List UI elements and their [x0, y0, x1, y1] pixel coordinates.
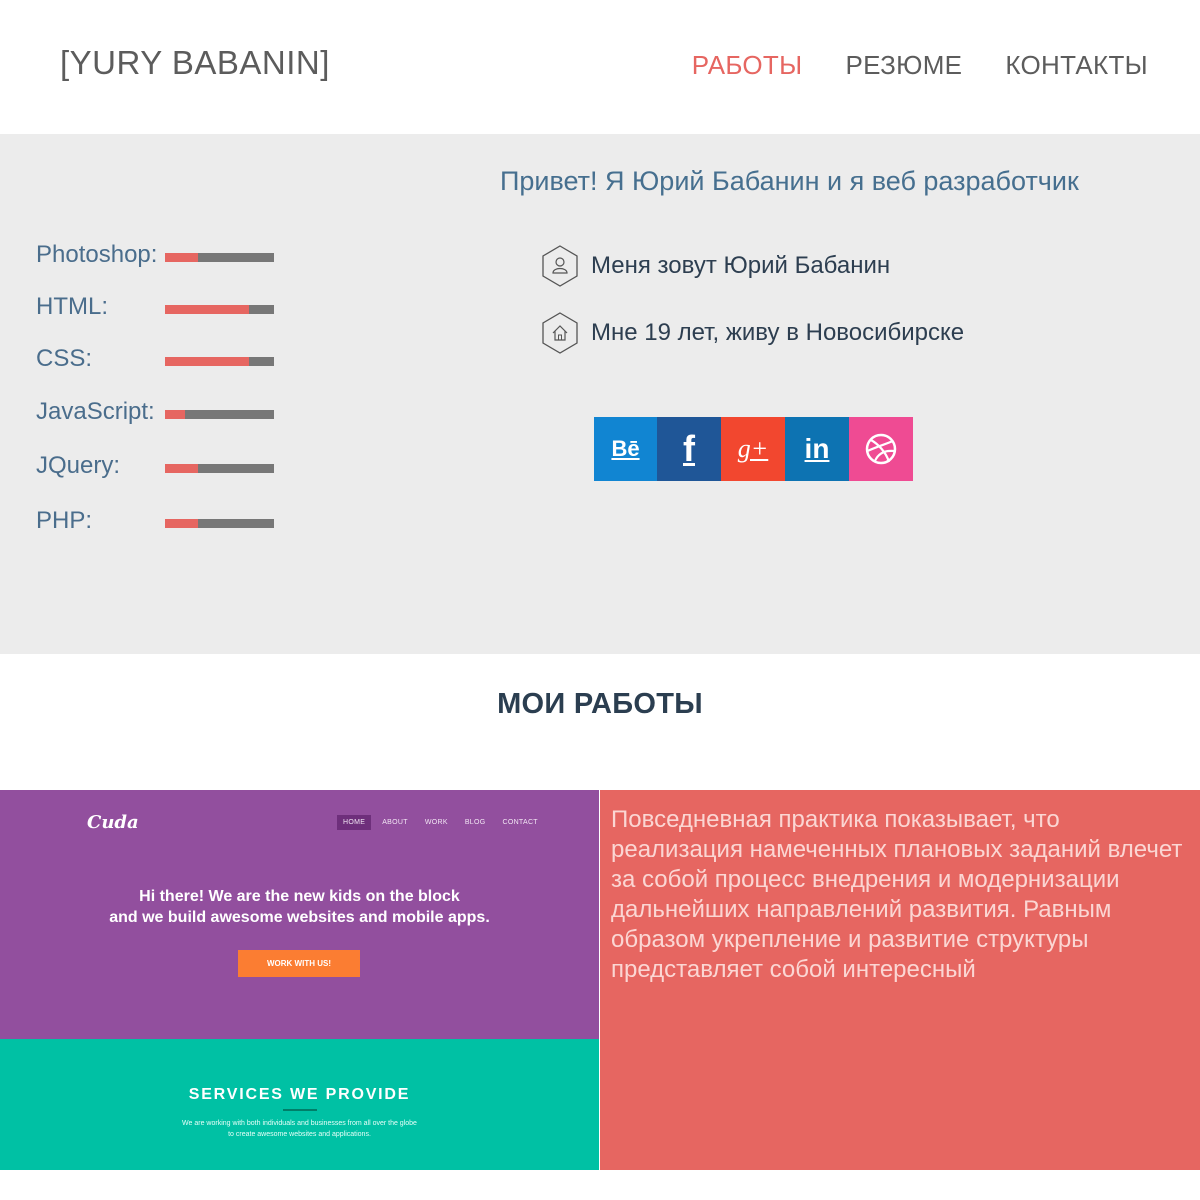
- work-description-panel: Повседневная практика показывает, что ре…: [600, 790, 1200, 1170]
- preview-logo: Cuda: [87, 812, 139, 833]
- work-description-text: Повседневная практика показывает, что ре…: [611, 806, 1183, 983]
- preview-nav: HOME ABOUT WORK BLOG CONTACT: [337, 815, 549, 830]
- skill-bar-fill: [165, 519, 198, 528]
- site-header: [YURY BABANIN] РАБОТЫ РЕЗЮМЕ КОНТАКТЫ: [0, 0, 1200, 134]
- preview-services-text: We are working with both individuals and…: [0, 1118, 599, 1140]
- skill-bar: [165, 464, 274, 473]
- skill-bar-fill: [165, 253, 198, 262]
- skill-bar: [165, 305, 274, 314]
- nav-link-works[interactable]: РАБОТЫ: [692, 50, 803, 81]
- skill-label: CSS:: [36, 345, 93, 372]
- preview-cta-button: WORK WITH US!: [238, 950, 360, 977]
- dribbble-icon: [865, 433, 897, 465]
- preview-hero-line: and we build awesome websites and mobile…: [109, 909, 490, 926]
- google-plus-link[interactable]: g+: [721, 417, 785, 481]
- skill-bar-fill: [165, 357, 249, 366]
- preview-nav-item: ABOUT: [382, 819, 408, 826]
- preview-hero: Cuda HOME ABOUT WORK BLOG CONTACT Hi the…: [0, 790, 599, 1039]
- info-text: Мне 19 лет, живу в Новосибирске: [591, 319, 965, 346]
- dribbble-link[interactable]: [849, 417, 913, 481]
- facebook-link[interactable]: f: [657, 417, 721, 481]
- skill-bar-fill: [165, 464, 198, 473]
- skill-bar: [165, 253, 274, 262]
- google-plus-icon: g+: [737, 434, 769, 463]
- preview-hero-line: Hi there! We are the new kids on the blo…: [139, 888, 460, 905]
- linkedin-icon: in: [804, 433, 830, 464]
- user-icon: [542, 245, 578, 287]
- info-row-name: Меня зовут Юрий Бабанин: [541, 244, 890, 288]
- skill-row: JQuery:: [36, 452, 296, 482]
- skill-label: PHP:: [36, 507, 93, 534]
- social-links: Bē f g+ in: [594, 417, 913, 481]
- nav-link-contacts[interactable]: КОНТАКТЫ: [1005, 50, 1148, 81]
- linkedin-link[interactable]: in: [785, 417, 849, 481]
- work-preview-image[interactable]: Cuda HOME ABOUT WORK BLOG CONTACT Hi the…: [0, 790, 599, 1170]
- behance-link[interactable]: Bē: [594, 417, 657, 481]
- skill-label: JQuery:: [36, 452, 121, 479]
- preview-services: SERVICES WE PROVIDE We are working with …: [0, 1039, 599, 1170]
- skill-bar-fill: [165, 305, 249, 314]
- skill-label: Photoshop:: [36, 241, 158, 268]
- skill-row: PHP:: [36, 507, 296, 537]
- greeting-heading: Привет! Я Юрий Бабанин и я веб разработч…: [500, 166, 1079, 196]
- skill-row: CSS:: [36, 345, 296, 375]
- skill-label: HTML:: [36, 293, 108, 320]
- home-icon: [542, 312, 578, 354]
- preview-services-line: We are working with both individuals and…: [182, 1120, 417, 1127]
- preview-divider: [283, 1109, 317, 1111]
- facebook-icon: f: [683, 428, 695, 469]
- skill-row: JavaScript:: [36, 398, 296, 428]
- info-text: Меня зовут Юрий Бабанин: [591, 252, 891, 279]
- preview-nav-item: HOME: [337, 815, 372, 830]
- skill-bar: [165, 410, 274, 419]
- preview-hero-text: Hi there! We are the new kids on the blo…: [0, 886, 599, 928]
- preview-nav-item: WORK: [424, 819, 448, 826]
- works-section-title: МОИ РАБОТЫ: [497, 688, 703, 720]
- skill-row: HTML:: [36, 293, 296, 323]
- preview-services-title: SERVICES WE PROVIDE: [188, 1086, 411, 1103]
- skill-bar-fill: [165, 410, 185, 419]
- skill-bar: [165, 357, 274, 366]
- skill-row: Photoshop:: [36, 241, 296, 271]
- info-row-age: Мне 19 лет, живу в Новосибирске: [541, 311, 964, 355]
- preview-nav-item: CONTACT: [502, 819, 538, 826]
- skill-bar: [165, 519, 274, 528]
- site-logo[interactable]: [YURY BABANIN]: [60, 44, 330, 82]
- behance-icon: Bē: [611, 436, 640, 461]
- nav-link-resume[interactable]: РЕЗЮМЕ: [845, 50, 962, 81]
- preview-nav-item: BLOG: [464, 819, 486, 826]
- main-nav: РАБОТЫ РЕЗЮМЕ КОНТАКТЫ: [649, 50, 1148, 81]
- skill-label: JavaScript:: [36, 398, 155, 425]
- preview-services-line: to create awesome websites and applicati…: [228, 1131, 371, 1138]
- hero-section: Photoshop: HTML: CSS: JavaScript: JQuery…: [0, 134, 1200, 654]
